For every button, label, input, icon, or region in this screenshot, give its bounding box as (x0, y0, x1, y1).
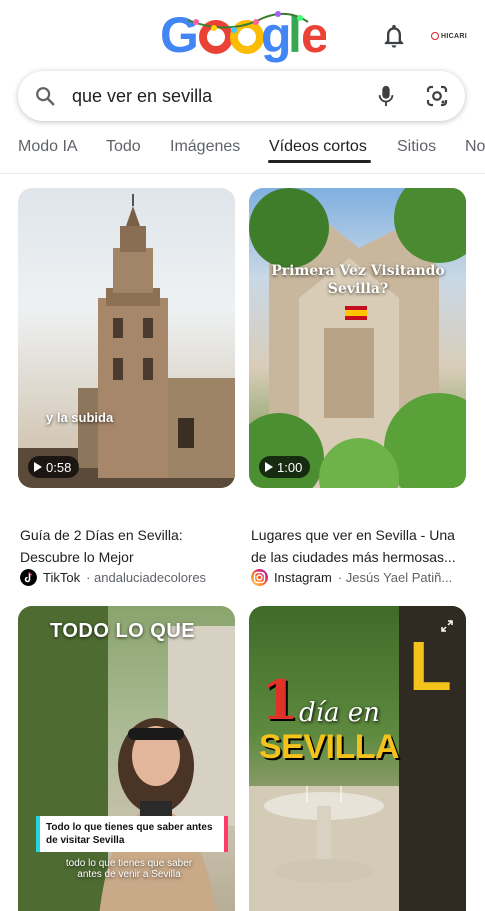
video-card[interactable]: TODO LO QUE Todo lo que tienes que saber… (18, 606, 235, 911)
video-overlay-caption: y la subida (46, 410, 114, 425)
author-name: · Jesús Yael Patiñ... (337, 570, 453, 585)
play-icon (265, 462, 273, 472)
duration-text: 0:58 (46, 459, 72, 475)
video-thumbnail[interactable]: Primera Vez Visitando Sevilla? 1:00 (249, 188, 466, 488)
platform-name: Instagram (274, 570, 332, 585)
video-title[interactable]: Lugares que ver en Sevilla - Una de las … (251, 524, 466, 568)
expand-icon[interactable] (441, 620, 453, 632)
header: G g l e HICARI (0, 0, 485, 70)
search-icon[interactable] (34, 85, 56, 107)
video-source: TikTok · andaluciadecolores (20, 569, 235, 586)
tiktok-icon (20, 569, 37, 586)
tab-sitios[interactable]: Sitios (397, 138, 436, 156)
duration-badge: 1:00 (259, 456, 311, 478)
play-icon (34, 462, 42, 472)
platform-name: TikTok (43, 570, 81, 585)
active-tab-indicator (268, 160, 371, 163)
video-overlay-side-letter: L (409, 627, 452, 705)
tab-videos-cortos[interactable]: Vídeos cortos (269, 138, 367, 156)
video-overlay-script: día en (299, 698, 380, 728)
video-overlay-box: Todo lo que tienes que saber antes de vi… (36, 816, 228, 852)
video-card[interactable]: Primera Vez Visitando Sevilla? 1:00 Luga… (249, 188, 466, 590)
microphone-icon[interactable] (375, 84, 397, 108)
video-card[interactable]: 1 día en SEVILLA L (249, 606, 466, 911)
avatar-label: HICARI (441, 32, 467, 40)
video-overlay-subtitle: todo lo que tienes que saber antes de ve… (65, 858, 193, 880)
tab-modo-ia[interactable]: Modo IA (18, 138, 78, 156)
search-tabs: Modo IA Todo Imágenes Vídeos cortos Siti… (0, 124, 485, 174)
giralda-tower-image (18, 194, 235, 488)
sevilla-cathedral-image (249, 188, 466, 488)
video-overlay-city: SEVILLA (259, 728, 400, 766)
duration-badge: 0:58 (28, 456, 80, 478)
duration-text: 1:00 (277, 459, 303, 475)
avatar-logo-icon (431, 32, 440, 40)
search-bar[interactable]: que ver en sevilla (18, 71, 465, 121)
google-doodle-logo[interactable]: G g l e (158, 6, 326, 64)
video-thumbnail[interactable]: 1 día en SEVILLA L (249, 606, 466, 911)
svg-text:e: e (301, 7, 326, 63)
video-card[interactable]: y la subida 0:58 Guía de 2 Días en Sevil… (18, 188, 235, 590)
video-overlay-title: TODO LO QUE (50, 620, 196, 642)
svg-text:G: G (160, 7, 199, 63)
account-avatar[interactable]: HICARI (427, 26, 471, 46)
google-lens-icon[interactable] (425, 84, 449, 108)
video-thumbnail[interactable]: y la subida 0:58 (18, 188, 235, 488)
video-overlay-number: 1 (261, 668, 299, 732)
video-source: Instagram · Jesús Yael Patiñ... (251, 569, 466, 586)
tab-noticias[interactable]: No (465, 138, 485, 156)
video-title[interactable]: Guía de 2 Días en Sevilla: Descubre lo M… (20, 524, 235, 568)
tab-todo[interactable]: Todo (106, 138, 141, 156)
instagram-icon (251, 569, 268, 586)
video-overlay-caption: Primera Vez Visitando Sevilla? (271, 263, 445, 297)
notifications-bell-icon[interactable] (380, 22, 408, 50)
search-input[interactable]: que ver en sevilla (72, 86, 212, 107)
author-name: · andaluciadecolores (86, 570, 207, 585)
tab-imagenes[interactable]: Imágenes (170, 138, 240, 156)
video-thumbnail[interactable]: TODO LO QUE Todo lo que tienes que saber… (18, 606, 235, 911)
